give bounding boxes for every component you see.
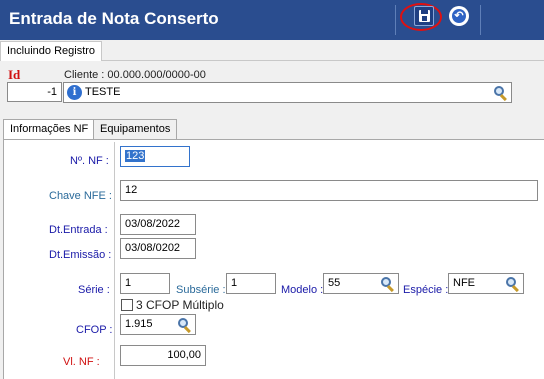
vl-nf-label: Vl. NF : <box>63 356 100 368</box>
dt-emissao-label: Dt.Emissão : <box>49 249 112 261</box>
subserie-label: Subsérie : <box>176 284 226 296</box>
toolbar-separator <box>480 5 481 35</box>
window-title: Entrada de Nota Conserto <box>9 9 219 28</box>
serie-field[interactable]: 1 <box>120 273 170 294</box>
chave-nfe-field[interactable]: 12 <box>120 180 538 201</box>
id-label: Id <box>8 67 21 82</box>
especie-field[interactable]: NFE <box>448 273 524 294</box>
serie-label: Série : <box>78 284 110 296</box>
cfop-multiplo-checkbox[interactable] <box>121 299 133 311</box>
search-icon[interactable] <box>177 317 193 334</box>
divider <box>114 142 115 379</box>
chave-nfe-label: Chave NFE : <box>49 190 112 202</box>
cliente-label: Cliente : 00.000.000/0000-00 <box>64 69 206 81</box>
cfop-label: CFOP : <box>76 324 113 336</box>
floppy-disk-icon <box>419 10 430 22</box>
cliente-value: TESTE <box>85 86 121 98</box>
status-strip: Incluindo Registro <box>0 41 544 61</box>
search-icon[interactable] <box>505 276 521 293</box>
search-icon[interactable] <box>380 276 396 293</box>
dt-entrada-field[interactable]: 03/08/2022 <box>120 214 196 235</box>
title-bar: Entrada de Nota Conserto ↶ <box>0 0 544 40</box>
back-button[interactable]: ↶ <box>449 6 469 26</box>
info-icon[interactable]: i <box>67 85 82 100</box>
subserie-field[interactable]: 1 <box>226 273 276 294</box>
tab-bar: Informações NF Equipamentos <box>3 119 544 140</box>
cliente-field[interactable]: i TESTE <box>63 82 512 103</box>
dt-emissao-field[interactable]: 03/08/0202 <box>120 238 196 259</box>
mode-label: Incluindo Registro <box>0 41 103 61</box>
tab-equipamentos[interactable]: Equipamentos <box>93 119 178 139</box>
cfop-multiplo-label: 3 CFOP Múltiplo <box>136 298 224 312</box>
numero-nf-label: Nº. NF : <box>70 155 109 167</box>
vl-nf-field[interactable]: 100,00 <box>120 345 206 366</box>
cfop-field[interactable]: 1.915 <box>120 314 196 335</box>
id-field[interactable]: -1 <box>7 82 62 102</box>
modelo-field[interactable]: 55 <box>323 273 399 294</box>
tab-informacoes-nf[interactable]: Informações NF <box>3 119 96 140</box>
especie-label: Espécie : <box>403 284 449 296</box>
modelo-value: 55 <box>328 277 341 289</box>
cfop-value: 1.915 <box>125 318 153 330</box>
undo-arrow-icon: ↶ <box>452 9 466 23</box>
numero-nf-field[interactable]: 123 <box>120 146 190 167</box>
modelo-label: Modelo : <box>281 284 324 296</box>
numero-nf-value: 123 <box>125 150 146 162</box>
dt-entrada-label: Dt.Entrada : <box>49 224 108 236</box>
save-button[interactable] <box>414 6 434 26</box>
especie-value: NFE <box>453 277 475 289</box>
cliente-document: Cliente : 00.000.000/0000-00 <box>64 69 206 81</box>
search-icon[interactable] <box>493 85 509 102</box>
toolbar-separator <box>395 5 396 35</box>
